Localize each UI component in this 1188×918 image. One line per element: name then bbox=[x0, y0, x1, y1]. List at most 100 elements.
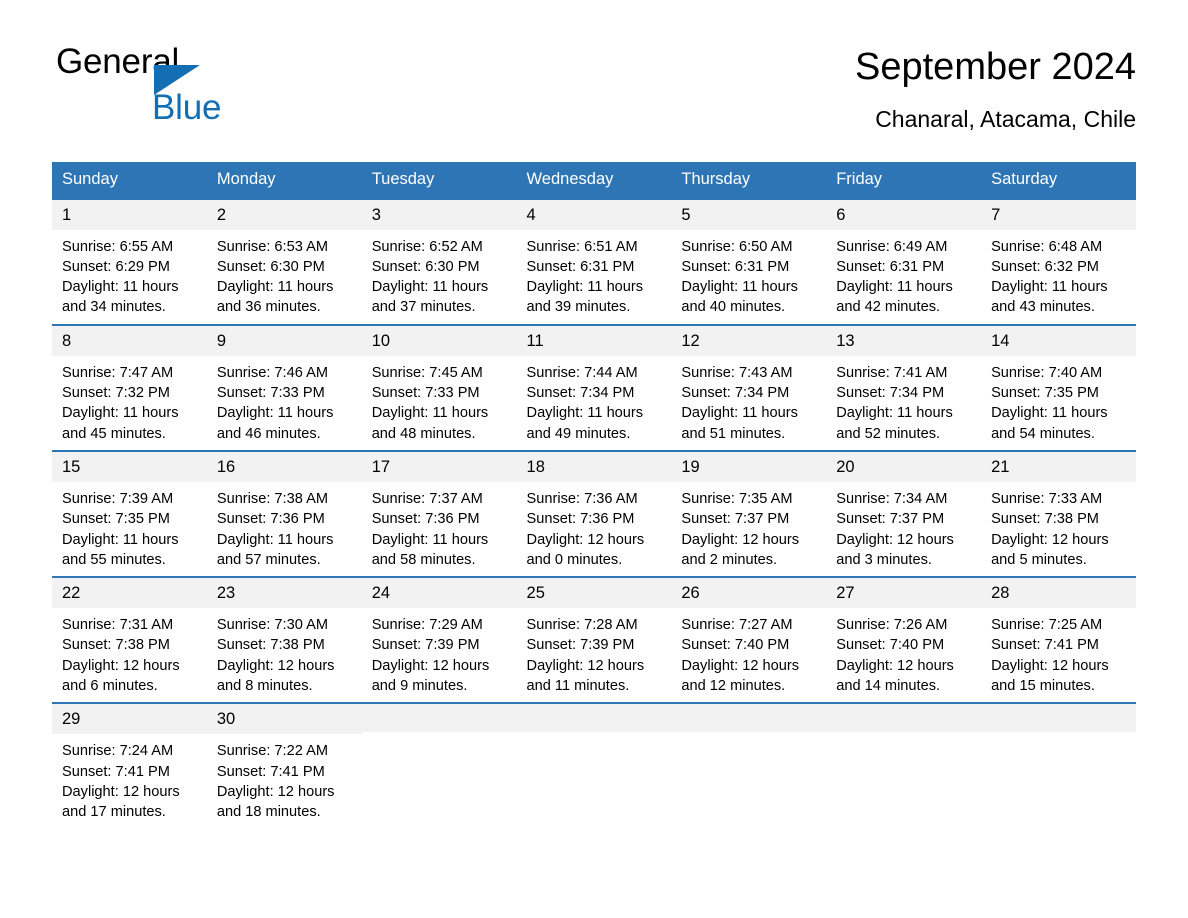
day-number bbox=[826, 704, 982, 733]
day-details: Sunrise: 6:55 AM Sunset: 6:29 PM Daylight:… bbox=[52, 230, 207, 324]
day-details: Sunrise: 6:53 AM Sunset: 6:30 PM Daylight:… bbox=[207, 230, 362, 324]
sunrise-time: Sunrise: 6:49 AM bbox=[836, 238, 948, 255]
day-details bbox=[671, 732, 826, 826]
calendar-day-cell[interactable]: 13 Sunrise: 7:41 AM Sunset: 7:34 PM Dayligh… bbox=[826, 323, 982, 451]
daylight-duration-line-1: Daylight: 11 hours bbox=[216, 279, 334, 296]
calendar-day-cell[interactable]: 25 Sunrise: 7:28 AM Sunset: 7:39 PM Dayligh… bbox=[516, 576, 672, 704]
day-details bbox=[826, 732, 981, 826]
calendar-day-cell[interactable]: 21 Sunrise: 7:33 AM Sunset: 7:38 PM Dayligh… bbox=[981, 449, 1136, 578]
calendar-day-cell[interactable]: 14 Sunrise: 7:40 AM Sunset: 7:35 PM Dayligh… bbox=[981, 323, 1136, 451]
sunrise-time: Sunrise: 6:55 AM bbox=[62, 238, 174, 255]
title-block: September 2024 Chanaral, Atacama, Chile bbox=[855, 44, 1136, 133]
day-number: 27 bbox=[826, 578, 982, 609]
daylight-duration-line-1: Daylight: 11 hours bbox=[836, 279, 953, 296]
calendar-day-cell[interactable]: 12 Sunrise: 7:43 AM Sunset: 7:34 PM Dayligh… bbox=[671, 323, 827, 451]
day-number: 4 bbox=[516, 199, 672, 230]
daylight-duration-line-2: and 58 minutes. bbox=[371, 551, 476, 568]
calendar-day-cell[interactable]: 22 Sunrise: 7:31 AM Sunset: 7:38 PM Dayligh… bbox=[52, 576, 207, 704]
calendar-day-cell[interactable]: 28 Sunrise: 7:25 AM Sunset: 7:41 PM Dayligh… bbox=[981, 576, 1136, 704]
sunrise-time: Sunrise: 7:36 AM bbox=[526, 491, 638, 508]
daylight-duration-line-2: and 17 minutes. bbox=[62, 804, 166, 820]
sunrise-time: Sunrise: 7:40 AM bbox=[991, 364, 1103, 381]
calendar-day-cell[interactable]: 9 Sunrise: 7:46 AM Sunset: 7:33 PM Daylight… bbox=[206, 323, 362, 451]
day-number bbox=[516, 704, 672, 733]
calendar-day-cell[interactable]: 27 Sunrise: 7:26 AM Sunset: 7:40 PM Dayligh… bbox=[826, 576, 982, 704]
day-number: 19 bbox=[671, 451, 827, 483]
sunrise-time: Sunrise: 7:27 AM bbox=[681, 617, 793, 634]
day-details bbox=[517, 732, 672, 826]
day-details: Sunrise: 6:49 AM Sunset: 6:31 PM Daylight:… bbox=[826, 230, 981, 324]
day-details: Sunrise: 6:52 AM Sunset: 6:30 PM Daylight:… bbox=[362, 230, 517, 324]
daylight-duration-line-1: Daylight: 12 hours bbox=[216, 783, 335, 800]
calendar-day-cell[interactable]: 10 Sunrise: 7:45 AM Sunset: 7:33 PM Dayligh… bbox=[361, 323, 517, 451]
calendar-day-cell[interactable]: 23 Sunrise: 7:30 AM Sunset: 7:38 PM Dayligh… bbox=[206, 576, 362, 704]
weekday-header-friday: Friday bbox=[826, 161, 982, 199]
calendar-day-cell[interactable]: 6 Sunrise: 6:49 AM Sunset: 6:31 PM Daylight… bbox=[826, 197, 982, 325]
sunset-time: Sunset: 7:41 PM bbox=[991, 637, 1099, 654]
day-number: 28 bbox=[981, 578, 1136, 609]
calendar-day-cell[interactable]: 20 Sunrise: 7:34 AM Sunset: 7:37 PM Dayligh… bbox=[826, 449, 982, 578]
calendar-day-cell[interactable]: 16 Sunrise: 7:38 AM Sunset: 7:36 PM Dayligh… bbox=[206, 449, 362, 578]
daylight-duration-line-1: Daylight: 11 hours bbox=[681, 405, 798, 422]
day-number: 20 bbox=[826, 451, 982, 483]
day-number: 9 bbox=[206, 325, 362, 356]
calendar-day-cell[interactable]: 11 Sunrise: 7:44 AM Sunset: 7:34 PM Dayligh… bbox=[516, 323, 672, 451]
sunset-time: Sunset: 7:39 PM bbox=[371, 637, 480, 654]
calendar-day-cell[interactable]: 26 Sunrise: 7:27 AM Sunset: 7:40 PM Dayligh… bbox=[671, 576, 827, 704]
daylight-duration-line-1: Daylight: 12 hours bbox=[836, 657, 954, 674]
calendar-day-cell[interactable]: 7 Sunrise: 6:48 AM Sunset: 6:32 PM Daylight… bbox=[981, 197, 1136, 325]
calendar-day-cell[interactable]: 4 Sunrise: 6:51 AM Sunset: 6:31 PM Daylight… bbox=[516, 197, 672, 325]
calendar-day-cell[interactable]: 19 Sunrise: 7:35 AM Sunset: 7:37 PM Dayligh… bbox=[671, 449, 827, 578]
calendar-day-cell-empty bbox=[826, 702, 982, 829]
sunrise-sunset-calendar: Sunday Monday Tuesday Wednesday Thursday… bbox=[52, 161, 1136, 829]
daylight-duration-line-1: Daylight: 12 hours bbox=[526, 657, 645, 674]
sunset-time: Sunset: 7:36 PM bbox=[526, 511, 635, 528]
daylight-duration-line-2: and 0 minutes. bbox=[526, 551, 623, 568]
weekday-header-wednesday: Wednesday bbox=[516, 161, 672, 199]
day-details: Sunrise: 7:36 AM Sunset: 7:36 PM Daylight:… bbox=[517, 482, 672, 576]
daylight-duration-line-2: and 48 minutes. bbox=[371, 425, 476, 442]
sunset-time: Sunset: 6:31 PM bbox=[836, 259, 945, 276]
daylight-duration-line-2: and 55 minutes. bbox=[62, 551, 166, 568]
calendar-day-cell[interactable]: 17 Sunrise: 7:37 AM Sunset: 7:36 PM Dayligh… bbox=[361, 449, 517, 578]
daylight-duration-line-2: and 39 minutes. bbox=[526, 299, 631, 316]
calendar-day-cell[interactable]: 15 Sunrise: 7:39 AM Sunset: 7:35 PM Dayligh… bbox=[52, 449, 207, 578]
sunrise-time: Sunrise: 7:39 AM bbox=[62, 491, 174, 508]
calendar-day-cell[interactable]: 8 Sunrise: 7:47 AM Sunset: 7:32 PM Daylight… bbox=[52, 323, 207, 451]
calendar-day-cell[interactable]: 2 Sunrise: 6:53 AM Sunset: 6:30 PM Daylight… bbox=[206, 197, 362, 325]
daylight-duration-line-2: and 9 minutes. bbox=[371, 677, 468, 694]
daylight-duration-line-2: and 14 minutes. bbox=[836, 677, 941, 694]
calendar-day-cell[interactable]: 3 Sunrise: 6:52 AM Sunset: 6:30 PM Daylight… bbox=[361, 197, 517, 325]
weekday-header-sunday: Sunday bbox=[52, 161, 207, 199]
sunrise-time: Sunrise: 7:26 AM bbox=[836, 617, 948, 634]
day-number: 7 bbox=[981, 199, 1136, 230]
daylight-duration-line-1: Daylight: 12 hours bbox=[371, 657, 490, 674]
sunset-time: Sunset: 7:41 PM bbox=[62, 763, 170, 780]
calendar-day-cell[interactable]: 18 Sunrise: 7:36 AM Sunset: 7:36 PM Dayligh… bbox=[516, 449, 672, 578]
day-number: 21 bbox=[981, 451, 1136, 483]
sunset-time: Sunset: 6:31 PM bbox=[526, 259, 635, 276]
calendar-day-cell[interactable]: 5 Sunrise: 6:50 AM Sunset: 6:31 PM Daylight… bbox=[671, 197, 827, 325]
sunset-time: Sunset: 7:35 PM bbox=[991, 385, 1099, 402]
daylight-duration-line-2: and 37 minutes. bbox=[371, 299, 476, 316]
sunset-time: Sunset: 6:30 PM bbox=[371, 259, 480, 276]
day-details bbox=[362, 732, 517, 826]
day-number: 12 bbox=[671, 325, 827, 356]
calendar-day-cell[interactable]: 1 Sunrise: 6:55 AM Sunset: 6:29 PM Daylight… bbox=[52, 197, 207, 325]
sunrise-time: Sunrise: 7:45 AM bbox=[371, 364, 483, 381]
sunrise-time: Sunrise: 7:25 AM bbox=[991, 617, 1103, 634]
sunset-time: Sunset: 7:41 PM bbox=[216, 763, 325, 780]
daylight-duration-line-1: Daylight: 11 hours bbox=[371, 279, 489, 296]
sunrise-time: Sunrise: 6:52 AM bbox=[371, 238, 483, 255]
daylight-duration-line-1: Daylight: 11 hours bbox=[62, 405, 179, 422]
day-number: 10 bbox=[361, 325, 517, 356]
calendar-page: General Blue September 2024 Chanaral, At… bbox=[0, 0, 1188, 918]
day-number bbox=[361, 704, 517, 733]
sunset-time: Sunset: 7:35 PM bbox=[62, 511, 170, 528]
daylight-duration-line-2: and 5 minutes. bbox=[991, 551, 1087, 568]
calendar-day-cell[interactable]: 30 Sunrise: 7:22 AM Sunset: 7:41 PM Dayligh… bbox=[206, 702, 362, 829]
calendar-week-row: 29 Sunrise: 7:24 AM Sunset: 7:41 PM Dayligh… bbox=[52, 702, 1136, 829]
calendar-day-cell[interactable]: 24 Sunrise: 7:29 AM Sunset: 7:39 PM Dayligh… bbox=[361, 576, 517, 704]
sunset-time: Sunset: 6:31 PM bbox=[681, 259, 790, 276]
calendar-day-cell[interactable]: 29 Sunrise: 7:24 AM Sunset: 7:41 PM Dayligh… bbox=[52, 702, 207, 829]
